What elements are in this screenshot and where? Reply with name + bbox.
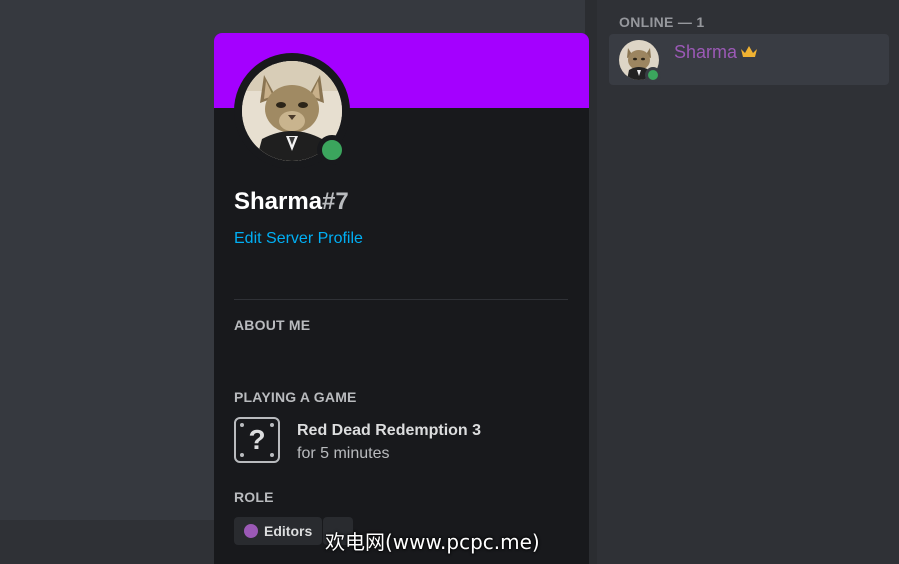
corner-dot (240, 453, 244, 457)
edit-server-profile-link[interactable]: Edit Server Profile (234, 230, 363, 248)
corner-dot (270, 453, 274, 457)
game-title: Red Dead Redemption 3 (297, 422, 482, 439)
crown-icon (741, 46, 757, 57)
member-list-item[interactable]: Sharma (609, 34, 889, 85)
corner-dot (270, 423, 274, 427)
unknown-game-icon: ? (234, 417, 280, 463)
role-color-dot (244, 524, 258, 538)
watermark-text: 欢电网(www.pcpc.me) (325, 530, 540, 554)
online-status-indicator (645, 67, 661, 83)
profile-avatar-frame (234, 53, 350, 169)
user-profile-popout: Sharma#7 Edit Server Profile ABOUT ME PL… (214, 33, 589, 564)
discriminator-text: #7 (322, 188, 349, 215)
member-list-panel: ONLINE — 1 Sharma (585, 0, 899, 564)
section-divider (234, 299, 568, 300)
playing-a-game-header: PLAYING A GAME (234, 389, 357, 405)
profile-username: Sharma#7 (234, 188, 349, 216)
role-label: Editors (264, 523, 313, 539)
online-status-indicator (317, 135, 347, 165)
discord-window: ONLINE — 1 Sharma Sharma#7 Edit Server P… (0, 0, 899, 564)
username-text: Sharma (234, 188, 323, 215)
role-chip-editors[interactable]: Editors (234, 517, 323, 545)
corner-dot (240, 423, 244, 427)
role-header: ROLE (234, 489, 274, 505)
online-group-header: ONLINE — 1 (619, 14, 705, 30)
about-me-header: ABOUT ME (234, 317, 311, 333)
game-duration: for 5 minutes (297, 445, 390, 462)
member-name: Sharma (674, 42, 738, 62)
